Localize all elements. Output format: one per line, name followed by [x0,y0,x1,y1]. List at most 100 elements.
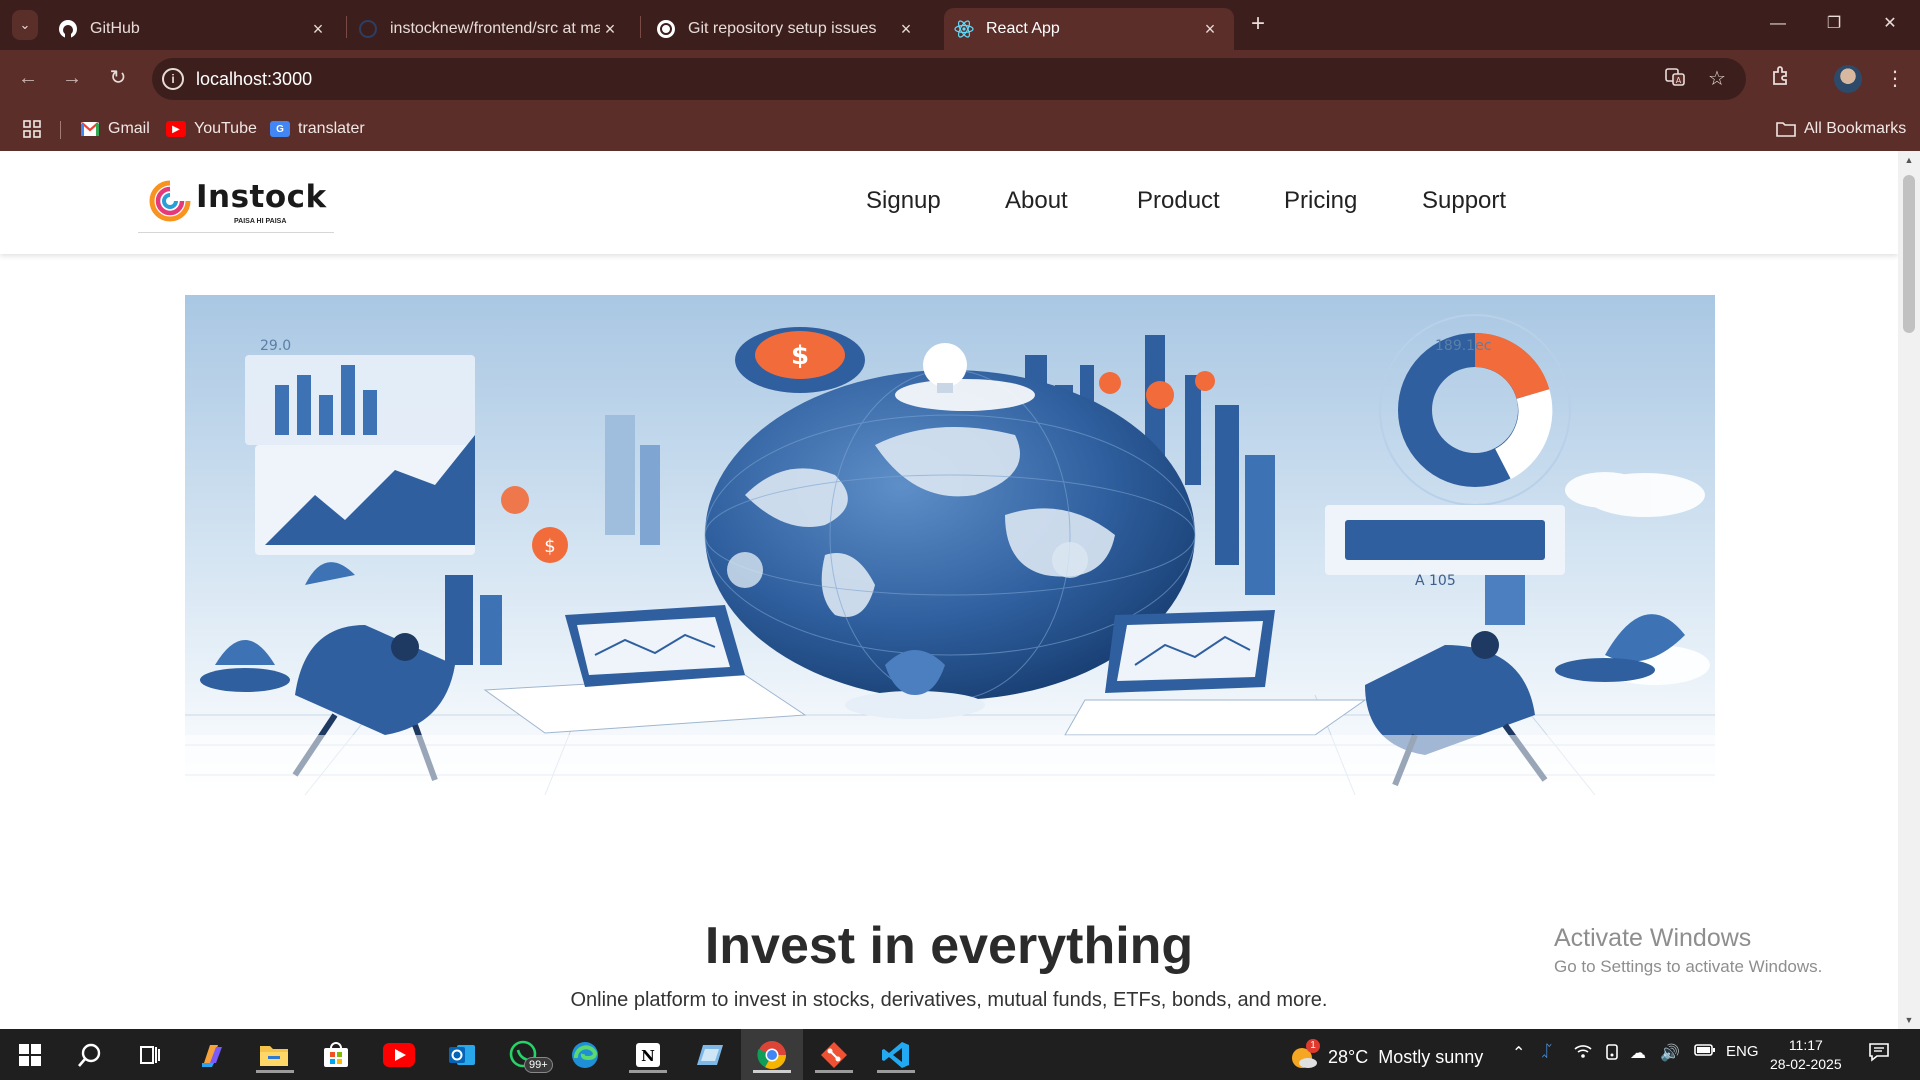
bookmark-gmail[interactable]: Gmail [80,118,150,140]
bookmark-youtube[interactable]: ▶ YouTube [166,118,257,140]
bookmark-label: YouTube [194,120,257,137]
tab-github[interactable]: GitHub × [52,8,342,50]
svg-text:A: A [1676,76,1682,85]
notifications-icon[interactable] [1868,1041,1890,1068]
hero-label-left: 29.0 [260,338,291,354]
hero-label-right: 189.1ec [1435,338,1491,354]
outlook-icon [449,1045,475,1065]
site-info-icon[interactable]: i [162,68,184,90]
scroll-thumb[interactable] [1903,175,1915,333]
network-icon[interactable] [1574,1043,1592,1064]
onedrive-cloud-icon[interactable]: ☁ [1630,1043,1646,1063]
whatsapp-app[interactable]: 99+ [506,1037,553,1073]
outlook-app[interactable] [444,1037,480,1073]
reload-icon: ↻ [109,67,127,89]
bookmarks-bar: Gmail ▶ YouTube G translater All Bookmar… [0,107,1920,151]
taskbar-clock[interactable]: 11:17 28-02-2025 [1770,1036,1842,1074]
volume-icon[interactable]: 🔊 [1660,1043,1680,1063]
arrow-right-icon: → [62,67,82,89]
close-tab-icon[interactable]: × [308,19,328,40]
task-view-button[interactable] [132,1037,168,1073]
device-icon[interactable] [1604,1043,1620,1066]
minimize-button[interactable]: — [1756,8,1800,40]
scroll-up-icon[interactable]: ▲ [1898,151,1920,169]
tab-separator [640,16,641,38]
remote-desktop-app[interactable] [692,1037,728,1073]
language-indicator[interactable]: ENG [1726,1043,1759,1060]
close-tab-icon[interactable]: × [1200,19,1220,40]
chrome-app[interactable] [753,1037,791,1073]
nav-signup[interactable]: Signup [866,187,941,215]
running-indicator [815,1070,853,1073]
extensions-icon[interactable] [1766,64,1796,94]
tab-git-setup[interactable]: Git repository setup issues × [648,8,930,50]
weather-temp: 28°C [1328,1046,1369,1067]
scroll-down-icon[interactable]: ▼ [1898,1011,1920,1029]
site-logo[interactable]: Instock PAISA HI PAISA [138,165,334,233]
store-app[interactable] [318,1037,354,1073]
nav-support[interactable]: Support [1422,187,1506,215]
all-bookmarks-label: All Bookmarks [1804,120,1907,137]
running-indicator [629,1070,667,1073]
search-button[interactable] [72,1037,108,1073]
plus-icon: + [1250,10,1265,37]
new-tab-button[interactable]: + [1244,10,1272,40]
folder-icon [1776,121,1796,137]
close-tab-icon[interactable]: × [896,19,916,40]
tab-react-app[interactable]: React App × [944,8,1234,50]
address-bar[interactable]: i localhost:3000 A ☆ [152,58,1746,100]
youtube-icon [383,1043,415,1067]
bookmark-separator [60,121,61,139]
tab-instocknew[interactable]: instocknew/frontend/src at mai × [352,8,634,50]
git-app[interactable] [815,1037,853,1073]
folder-icon [260,1046,288,1066]
url-text[interactable]: localhost:3000 [196,69,312,90]
tab-search-button[interactable]: ⌄ [12,10,38,40]
translate-icon: G [270,121,290,137]
translate-icon[interactable]: A [1662,66,1688,92]
weather-condition: Mostly sunny [1378,1046,1484,1067]
forward-button[interactable]: → [58,64,86,92]
github-icon [58,19,78,39]
bookmark-label: translater [298,120,365,137]
windows-logo-icon [19,1044,41,1066]
browser-tab-bar: ⌄ GitHub × instocknew/frontend/src at ma… [0,0,1920,50]
vscode-app[interactable] [877,1037,915,1073]
svg-text:$: $ [791,341,809,371]
notion-app[interactable]: N [629,1037,667,1073]
git-icon [821,1042,847,1068]
browser-toolbar: ← → ↻ i localhost:3000 A ☆ ⋮ [0,50,1920,107]
restore-button[interactable]: ❐ [1812,8,1856,40]
all-bookmarks-button[interactable]: All Bookmarks [1776,118,1906,140]
file-explorer-app[interactable] [256,1037,294,1073]
bluetooth-icon[interactable]: ᛢ [1542,1043,1552,1061]
youtube-app[interactable] [381,1037,417,1073]
page-scrollbar[interactable]: ▲ ▼ [1898,151,1920,1029]
tab-title: instocknew/frontend/src at mai [390,20,600,37]
chevron-up-icon[interactable]: ⌃ [1512,1043,1525,1063]
gmail-icon [80,121,100,137]
vscode-icon [882,1042,909,1068]
nav-product[interactable]: Product [1137,187,1220,215]
logo-tagline: PAISA HI PAISA [234,218,287,225]
start-button[interactable] [12,1037,48,1073]
back-button[interactable]: ← [14,64,42,92]
react-icon [954,19,974,39]
bookmark-translater[interactable]: G translater [270,118,365,140]
menu-kebab-icon[interactable]: ⋮ [1880,64,1910,94]
nav-pricing[interactable]: Pricing [1284,187,1357,215]
copilot-app[interactable] [194,1037,230,1073]
edge-app[interactable] [567,1037,603,1073]
close-window-button[interactable]: ✕ [1868,8,1912,40]
store-icon [324,1042,348,1067]
nav-about[interactable]: About [1005,187,1068,215]
profile-avatar[interactable] [1834,65,1862,93]
reload-button[interactable]: ↻ [104,64,132,92]
apps-button[interactable] [22,118,42,140]
weather-widget[interactable]: 1 28°C Mostly sunny [1290,1039,1484,1071]
close-tab-icon[interactable]: × [600,19,620,40]
bookmark-star-icon[interactable]: ☆ [1704,66,1730,92]
logo-name: Instock [196,179,327,215]
watermark-line1: Activate Windows [1554,924,1752,952]
battery-icon[interactable] [1694,1043,1716,1062]
